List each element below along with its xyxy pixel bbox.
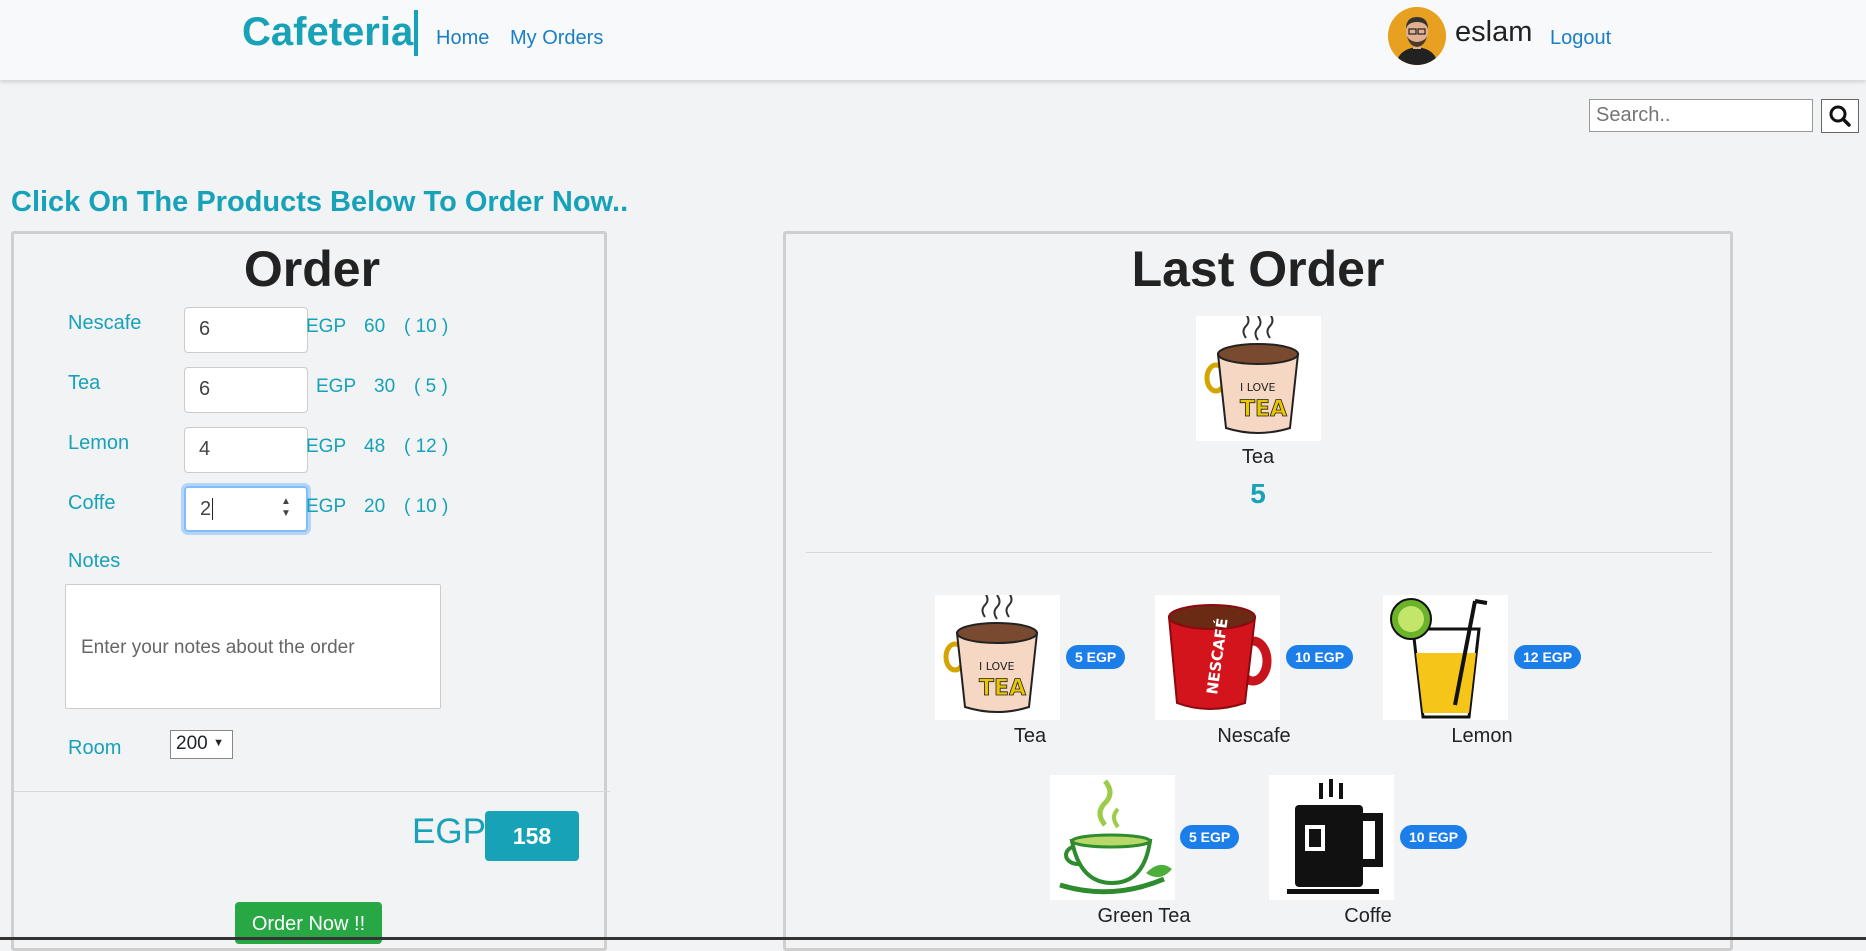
order-title: Order bbox=[243, 241, 381, 297]
total-coffe: 20 bbox=[364, 496, 386, 517]
item-label-tea: Tea bbox=[68, 372, 101, 394]
currency-lemon: EGP bbox=[306, 436, 347, 457]
quantity-input-nescafe[interactable]: 6 bbox=[184, 307, 308, 353]
last-order-item-name: Tea bbox=[1241, 446, 1275, 468]
item-label-nescafe: Nescafe bbox=[68, 312, 142, 334]
brand-divider bbox=[414, 10, 418, 56]
logout-link[interactable]: Logout bbox=[1550, 27, 1611, 50]
search-input[interactable] bbox=[1589, 99, 1813, 132]
svg-text:I LOVE: I LOVE bbox=[1240, 381, 1275, 394]
notes-label: Notes bbox=[68, 550, 121, 572]
chevron-down-icon: ▼ bbox=[213, 737, 224, 749]
total-tea: 30 bbox=[374, 376, 396, 397]
quantity-input-tea[interactable]: 6 bbox=[184, 367, 308, 413]
total-nescafe: 60 bbox=[364, 316, 386, 337]
unit-price-coffe: ( 10 ) bbox=[404, 496, 449, 517]
room-select-value: 200 bbox=[176, 733, 208, 754]
svg-text:I LOVE: I LOVE bbox=[979, 660, 1014, 673]
order-prompt-heading: Click On The Products Below To Order Now… bbox=[11, 186, 629, 218]
search-button[interactable] bbox=[1821, 99, 1859, 133]
green-tea-icon[interactable] bbox=[1050, 775, 1175, 900]
currency-tea: EGP bbox=[316, 376, 357, 397]
username: eslam bbox=[1455, 16, 1533, 48]
quantity-input-lemon[interactable]: 4 bbox=[184, 427, 308, 473]
unit-price-lemon: ( 12 ) bbox=[404, 436, 449, 457]
divider bbox=[806, 552, 1712, 553]
total-currency: EGP bbox=[412, 812, 486, 851]
lemon-drink-icon[interactable] bbox=[1383, 595, 1508, 720]
svg-text:TEA: TEA bbox=[1240, 397, 1287, 422]
quantity-stepper[interactable]: ▲ ▼ bbox=[280, 496, 292, 522]
price-badge-nescafe: 10 EGP bbox=[1286, 645, 1354, 669]
room-select[interactable]: 200 ▼ bbox=[170, 730, 233, 759]
nescafe-mug-icon[interactable]: NESCAFÉ bbox=[1155, 595, 1280, 720]
total-lemon: 48 bbox=[364, 436, 386, 457]
price-badge-tea: 5 EGP bbox=[1066, 645, 1126, 669]
last-order-title: Last Order bbox=[1131, 241, 1385, 297]
product-name-nescafe[interactable]: Nescafe bbox=[1174, 725, 1334, 748]
notes-textarea[interactable]: Enter your notes about the order bbox=[65, 584, 441, 709]
unit-price-tea: ( 5 ) bbox=[414, 376, 448, 397]
item-label-coffe: Coffe bbox=[68, 492, 116, 514]
avatar[interactable] bbox=[1388, 7, 1446, 65]
unit-price-nescafe: ( 10 ) bbox=[404, 316, 449, 337]
room-label: Room bbox=[68, 737, 122, 759]
price-badge-lemon: 12 EGP bbox=[1514, 645, 1582, 669]
svg-text:TEA: TEA bbox=[979, 676, 1026, 701]
item-label-lemon: Lemon bbox=[68, 432, 130, 454]
price-badge-green-tea: 5 EGP bbox=[1180, 825, 1240, 849]
product-name-tea[interactable]: Tea bbox=[950, 725, 1110, 748]
tea-mug-icon: I LOVE TEA bbox=[1196, 316, 1321, 441]
divider bbox=[14, 791, 610, 792]
nav-home-link[interactable]: Home bbox=[436, 27, 489, 50]
product-name-coffe[interactable]: Coffe bbox=[1288, 905, 1448, 928]
product-name-lemon[interactable]: Lemon bbox=[1402, 725, 1562, 748]
search-icon bbox=[1829, 105, 1851, 127]
price-badge-coffe: 10 EGP bbox=[1400, 825, 1468, 849]
currency-nescafe: EGP bbox=[306, 316, 347, 337]
quantity-value-coffe: 2 bbox=[200, 498, 212, 520]
brand-logo[interactable]: Cafeteria bbox=[242, 10, 413, 55]
last-order-item-qty: 5 bbox=[1250, 478, 1266, 509]
product-name-green-tea[interactable]: Green Tea bbox=[1064, 905, 1224, 928]
nav-my-orders-link[interactable]: My Orders bbox=[510, 27, 603, 50]
navbar: Cafeteria Home My Orders eslam Logout bbox=[0, 0, 1866, 80]
total-badge: 158 bbox=[485, 811, 579, 861]
quantity-input-coffe[interactable]: 2 ▲ ▼ bbox=[184, 486, 308, 532]
currency-coffe: EGP bbox=[306, 496, 347, 517]
coffee-mug-icon[interactable] bbox=[1269, 775, 1394, 900]
tea-mug-icon[interactable]: I LOVE TEA bbox=[935, 595, 1060, 720]
